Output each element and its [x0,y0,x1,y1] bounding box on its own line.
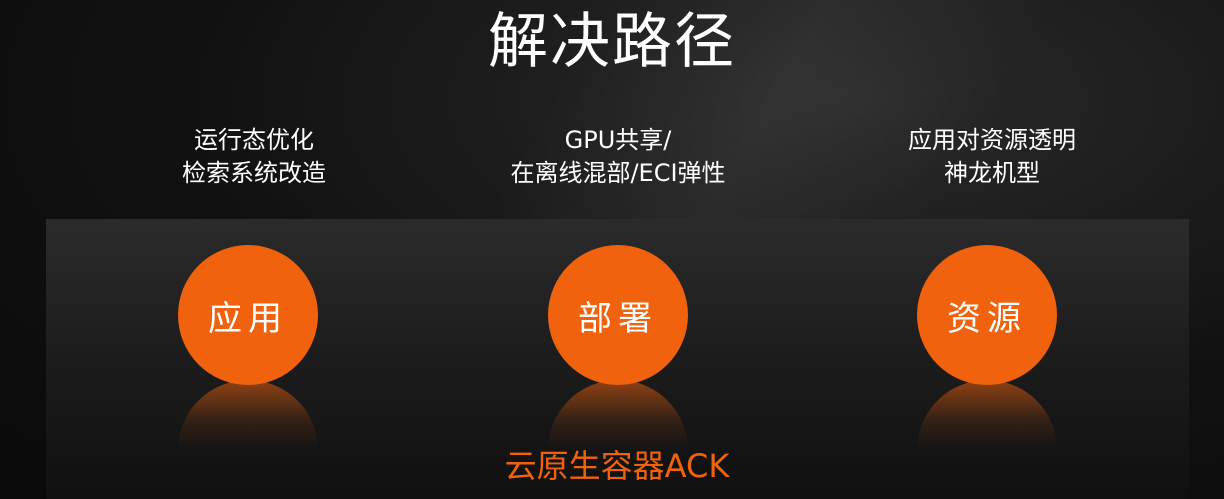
column-description-deploy: GPU共享/ 在离线混部/ECI弹性 [468,124,768,190]
description-line: 在离线混部/ECI弹性 [510,159,726,187]
footer-label: 云原生容器ACK [504,447,730,485]
description-line: 检索系统改造 [182,159,326,187]
circle-resource: 资源 [917,245,1057,385]
circle-deploy: 部署 [548,245,688,385]
description-line: 运行态优化 [194,126,314,154]
column-description-app: 运行态优化 检索系统改造 [104,124,404,190]
description-line: 神龙机型 [944,159,1040,187]
page-title: 解决路径 [488,7,736,77]
column-description-resource: 应用对资源透明 神龙机型 [842,124,1142,190]
circle-app: 应用 [178,245,318,385]
description-line: 应用对资源透明 [908,126,1076,154]
description-line: GPU共享/ [564,126,672,154]
